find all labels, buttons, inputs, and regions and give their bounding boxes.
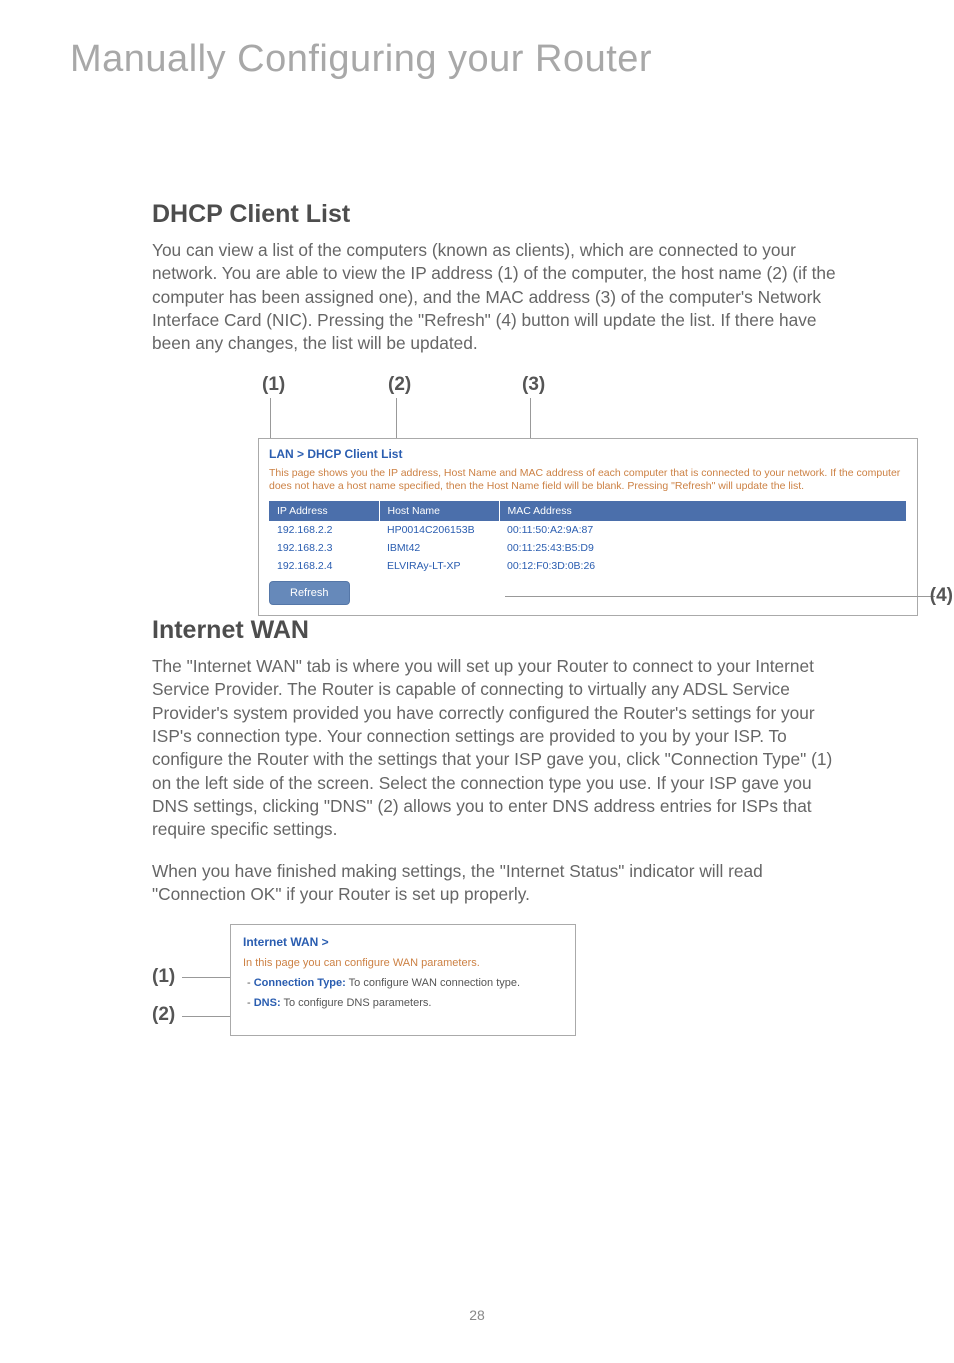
- dhcp-panel-title-main: DHCP Client List: [307, 447, 402, 461]
- col-mac: MAC Address: [499, 501, 907, 521]
- wan-panel-desc: In this page you can configure WAN param…: [243, 957, 563, 969]
- dhcp-panel: LAN > DHCP Client List This page shows y…: [258, 438, 918, 616]
- dhcp-panel-description: This page shows you the IP address, Host…: [269, 467, 907, 493]
- wan-marker-2: (2): [152, 1004, 175, 1026]
- cell-ip: 192.168.2.2: [269, 521, 379, 539]
- dns-link[interactable]: DNS:: [254, 997, 281, 1009]
- wan-body-text-2: When you have finished making settings, …: [152, 860, 846, 907]
- dns-rest: To configure DNS parameters.: [281, 997, 432, 1009]
- wan-elbow-2: [182, 1016, 234, 1017]
- dhcp-body-text: You can view a list of the computers (kn…: [152, 239, 846, 356]
- wan-body-text-1: The "Internet WAN" tab is where you will…: [152, 655, 846, 842]
- wan-panel-title: Internet WAN >: [243, 935, 563, 949]
- wan-marker-1: (1): [152, 966, 175, 988]
- wan-panel: Internet WAN > In this page you can conf…: [230, 924, 576, 1036]
- page-header: Manually Configuring your Router: [0, 0, 954, 170]
- cell-mac: 00:11:25:43:B5:D9: [499, 539, 907, 557]
- connection-type-link[interactable]: Connection Type:: [254, 977, 346, 989]
- table-row: 192.168.2.3 IBMt42 00:11:25:43:B5:D9: [269, 539, 907, 557]
- cell-mac: 00:11:50:A2:9A:87: [499, 521, 907, 539]
- connection-type-rest: To configure WAN connection type.: [346, 977, 520, 989]
- dhcp-figure: (1) (2) (3) LAN > DHCP Client List This …: [258, 374, 918, 616]
- page-title: Manually Configuring your Router: [70, 38, 954, 81]
- wan-markers: (1) (2): [152, 966, 175, 1026]
- marker-4: (4): [930, 585, 953, 607]
- marker-2: (2): [388, 374, 412, 396]
- dhcp-section-title: DHCP Client List: [152, 200, 846, 229]
- wan-panel-line-2: - DNS: To configure DNS parameters.: [247, 997, 563, 1009]
- cell-host: ELVIRAy-LT-XP: [379, 557, 499, 575]
- marker-1: (1): [262, 374, 286, 396]
- wan-section-title: Internet WAN: [152, 616, 846, 645]
- col-host: Host Name: [379, 501, 499, 521]
- cell-ip: 192.168.2.3: [269, 539, 379, 557]
- dhcp-panel-title: LAN > DHCP Client List: [269, 447, 907, 461]
- table-row: 192.168.2.4 ELVIRAy-LT-XP 00:12:F0:3D:0B…: [269, 557, 907, 575]
- marker-line-4: [505, 596, 935, 597]
- wan-panel-line-1: - Connection Type: To configure WAN conn…: [247, 977, 563, 989]
- main-content: DHCP Client List You can view a list of …: [0, 170, 954, 1036]
- cell-ip: 192.168.2.4: [269, 557, 379, 575]
- dhcp-client-table: IP Address Host Name MAC Address 192.168…: [269, 501, 907, 575]
- wan-figure: (1) (2) Internet WAN > In this page you …: [152, 924, 632, 1036]
- cell-mac: 00:12:F0:3D:0B:26: [499, 557, 907, 575]
- dhcp-panel-title-prefix: LAN >: [269, 447, 307, 461]
- table-row: 192.168.2.2 HP0014C206153B 00:11:50:A2:9…: [269, 521, 907, 539]
- cell-host: IBMt42: [379, 539, 499, 557]
- col-ip: IP Address: [269, 501, 379, 521]
- cell-host: HP0014C206153B: [379, 521, 499, 539]
- page-number: 28: [0, 1307, 954, 1323]
- wan-elbow-1: [182, 977, 234, 978]
- dhcp-column-markers: (1) (2) (3): [258, 374, 918, 396]
- refresh-button[interactable]: Refresh: [269, 581, 350, 605]
- marker-3: (3): [522, 374, 546, 396]
